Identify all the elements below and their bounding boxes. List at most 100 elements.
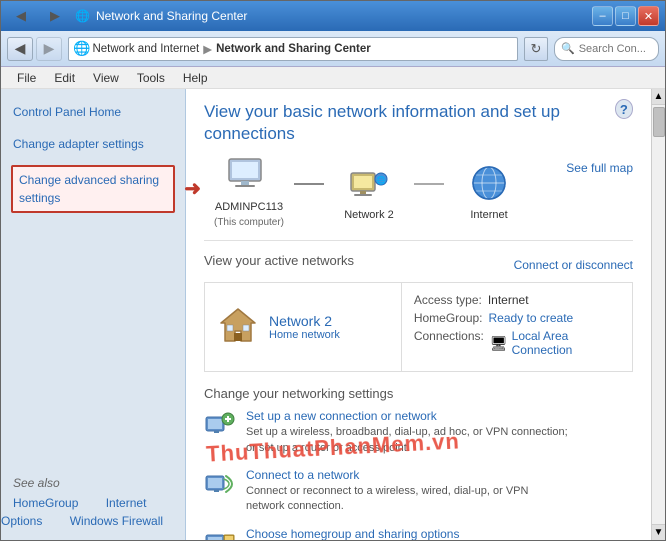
navbar: ◀ ▶ 🌐 Network and Internet ▶ Network and… [1, 31, 665, 67]
refresh-button[interactable]: ↻ [524, 37, 548, 61]
active-networks-header: View your active networks Connect or dis… [204, 253, 633, 276]
active-net-name[interactable]: Network 2 [269, 313, 340, 329]
networking-settings-title: Change your networking settings [204, 386, 633, 401]
scroll-up-button[interactable]: ▲ [652, 89, 665, 105]
menu-edit[interactable]: Edit [46, 69, 83, 87]
menu-view[interactable]: View [85, 69, 127, 87]
menubar: File Edit View Tools Help [1, 67, 665, 89]
address-bar[interactable]: 🌐 Network and Internet ▶ Network and Sha… [68, 37, 518, 61]
scrollbar[interactable]: ▲ ▼ [651, 89, 665, 540]
sidebar-highlighted-text: Change advanced sharing settings [19, 173, 159, 205]
sidebar-windows-firewall[interactable]: Windows Firewall [58, 510, 175, 532]
scroll-thumb[interactable] [653, 107, 665, 137]
settings-text-0: Set up a new connection or network Set u… [246, 409, 568, 456]
settings-icon-1 [204, 468, 236, 500]
titlebar: ◀ ▶ 🌐 Network and Sharing Center – □ ✕ [1, 1, 665, 31]
page-title: View your basic network information and … [204, 101, 615, 145]
search-box[interactable]: 🔍 [554, 37, 659, 61]
house-icon [217, 305, 259, 350]
nav-buttons: ◀ ▶ [7, 37, 62, 61]
active-net-right: Access type: Internet HomeGroup: Ready t… [402, 283, 632, 371]
titlebar-left: ◀ ▶ 🌐 Network and Sharing Center [7, 4, 247, 28]
settings-desc-1: Connect or reconnect to a wireless, wire… [246, 484, 528, 515]
settings-icon-0 [204, 409, 236, 441]
settings-link-0[interactable]: Set up a new connection or network [246, 409, 568, 423]
addr-part1: Network and Internet [92, 43, 199, 55]
net-line-2 [414, 183, 444, 185]
maximize-button[interactable]: □ [615, 6, 636, 26]
active-networks-section: View your active networks Connect or dis… [204, 253, 633, 372]
settings-link-1[interactable]: Connect to a network [246, 468, 528, 482]
access-type-row: Access type: Internet [414, 293, 620, 307]
search-icon: 🔍 [561, 42, 575, 55]
sidebar: Control Panel Home Change adapter settin… [1, 89, 186, 540]
net-label-internet: Internet [470, 209, 507, 221]
folder-icon: 🌐 [73, 40, 90, 57]
connections-value[interactable]: Local Area Connection [512, 329, 573, 357]
addr-separator: ▶ [203, 42, 212, 56]
main-area: Control Panel Home Change adapter settin… [1, 89, 665, 540]
see-also-label: See also [13, 476, 60, 490]
menu-tools[interactable]: Tools [129, 69, 173, 87]
connection-icon: 🖥 [490, 335, 508, 352]
scroll-down-button[interactable]: ▼ [652, 524, 665, 540]
connections-label: Connections: [414, 329, 484, 357]
connect-disconnect-link[interactable]: Connect or disconnect [514, 258, 633, 272]
homegroup-label: HomeGroup: [414, 311, 483, 325]
active-net-left: Network 2 Home network [205, 283, 402, 371]
addr-part2: Network and Sharing Center [216, 43, 371, 55]
homegroup-row: HomeGroup: Ready to create [414, 311, 620, 325]
local-connection: 🖥 Local Area Connection [490, 329, 573, 357]
help-button[interactable]: ? [615, 99, 633, 119]
settings-item-0: Set up a new connection or network Set u… [204, 409, 633, 456]
network-diagram-row: ADMINPC113 (This computer) [204, 157, 633, 241]
net-label-network: Network 2 [344, 209, 394, 221]
titlebar-title: Network and Sharing Center [96, 9, 247, 23]
homegroup-value: Ready to create [489, 311, 574, 325]
net-item-network: 🌐 Network 2 [324, 165, 414, 221]
forward-nav-button[interactable]: ▶ [36, 37, 62, 61]
sidebar-change-adapter[interactable]: Change adapter settings [1, 131, 185, 157]
network-diagram: ADMINPC113 (This computer) [204, 157, 534, 228]
settings-text-2: Choose homegroup and sharing options Acc… [246, 527, 568, 540]
sidebar-arrow-icon: ➜ [184, 174, 201, 204]
internet-icon [465, 165, 513, 205]
main-window: ◀ ▶ 🌐 Network and Sharing Center – □ ✕ ◀… [0, 0, 666, 541]
settings-icon-2 [204, 527, 236, 540]
content-header: View your basic network information and … [204, 101, 633, 157]
forward-button[interactable]: ▶ [41, 4, 69, 28]
net-item-internet: Internet [444, 165, 534, 221]
access-type-label: Access type: [414, 293, 482, 307]
address-text: 🌐 Network and Internet ▶ Network and Sha… [73, 40, 371, 57]
net-sublabel-computer: (This computer) [214, 217, 284, 228]
close-button[interactable]: ✕ [638, 6, 659, 26]
titlebar-buttons: – □ ✕ [592, 6, 659, 26]
net-item-computer: ADMINPC113 (This computer) [204, 157, 294, 228]
network-icon: 🌐 [345, 165, 393, 205]
sidebar-control-panel-home[interactable]: Control Panel Home [1, 99, 185, 125]
sidebar-bottom-links: HomeGroup Internet Options Windows Firew… [1, 494, 185, 530]
computer-icon [225, 157, 273, 197]
settings-text-1: Connect to a network Connect or reconnec… [246, 468, 528, 515]
active-net-name-group: Network 2 Home network [269, 313, 340, 341]
titlebar-icon-text: 🌐 [75, 9, 90, 23]
minimize-button[interactable]: – [592, 6, 613, 26]
menu-help[interactable]: Help [175, 69, 216, 87]
back-button[interactable]: ◀ [7, 4, 35, 28]
menu-file[interactable]: File [9, 69, 44, 87]
connections-row: Connections: 🖥 Local Area Connection [414, 329, 620, 357]
see-full-map-link[interactable]: See full map [566, 161, 633, 175]
active-networks-title: View your active networks [204, 253, 354, 268]
active-net-type: Home network [269, 329, 340, 341]
back-nav-button[interactable]: ◀ [7, 37, 33, 61]
search-input[interactable] [579, 43, 649, 55]
content-wrapper: View your basic network information and … [186, 89, 665, 540]
sidebar-change-advanced[interactable]: Change advanced sharing settings ➜ [11, 165, 175, 213]
settings-item-2: Choose homegroup and sharing options Acc… [204, 527, 633, 540]
settings-item-1: Connect to a network Connect or reconnec… [204, 468, 633, 515]
settings-link-2[interactable]: Choose homegroup and sharing options [246, 527, 568, 540]
net-line-1 [294, 183, 324, 185]
sidebar-see-also: See also [1, 466, 185, 494]
settings-desc-0: Set up a wireless, broadband, dial-up, a… [246, 425, 568, 456]
active-networks-box: Network 2 Home network Access type: Inte… [204, 282, 633, 372]
